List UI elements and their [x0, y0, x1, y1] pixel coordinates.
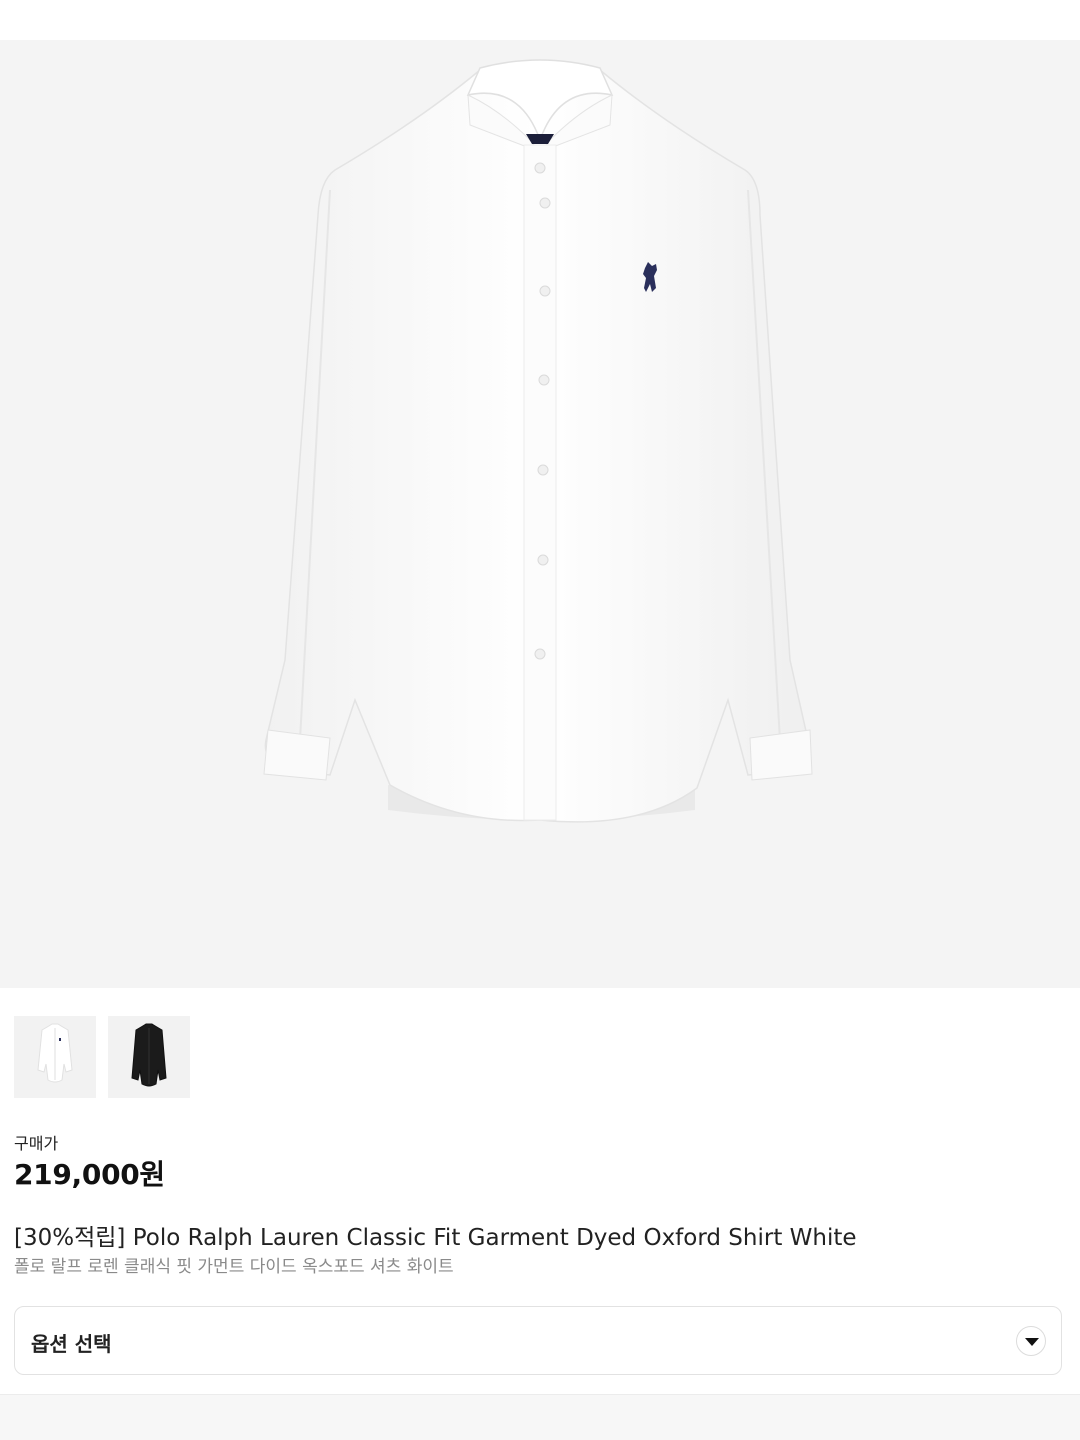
chevron-down-icon[interactable] — [1016, 1326, 1046, 1356]
product-title: [30%적립] Polo Ralph Lauren Classic Fit Ga… — [14, 1225, 857, 1251]
product-page: 구매가 219,000원 [30%적립] Polo Ralph Lauren C… — [0, 0, 1080, 1440]
white-shirt-illustration — [263, 59, 813, 823]
top-bar — [0, 0, 1080, 40]
white-shirt-thumbnail-icon — [37, 1023, 73, 1083]
thumbnail-list — [14, 1016, 190, 1098]
price-label: 구매가 — [14, 1134, 59, 1153]
thumbnail-black-shirt[interactable] — [108, 1016, 190, 1098]
product-subtitle: 폴로 랄프 로렌 클래식 핏 가먼트 다이드 옥스포드 셔츠 화이트 — [14, 1257, 454, 1277]
product-main-image[interactable] — [0, 40, 1080, 988]
bottom-bar — [0, 1394, 1080, 1440]
black-shirt-thumbnail-icon — [131, 1023, 167, 1087]
price: 219,000원 — [14, 1158, 165, 1191]
option-select-label: 옵션 선택 — [31, 1332, 112, 1356]
option-select[interactable]: 옵션 선택 — [14, 1306, 1062, 1375]
thumbnail-white-shirt[interactable] — [14, 1016, 96, 1098]
